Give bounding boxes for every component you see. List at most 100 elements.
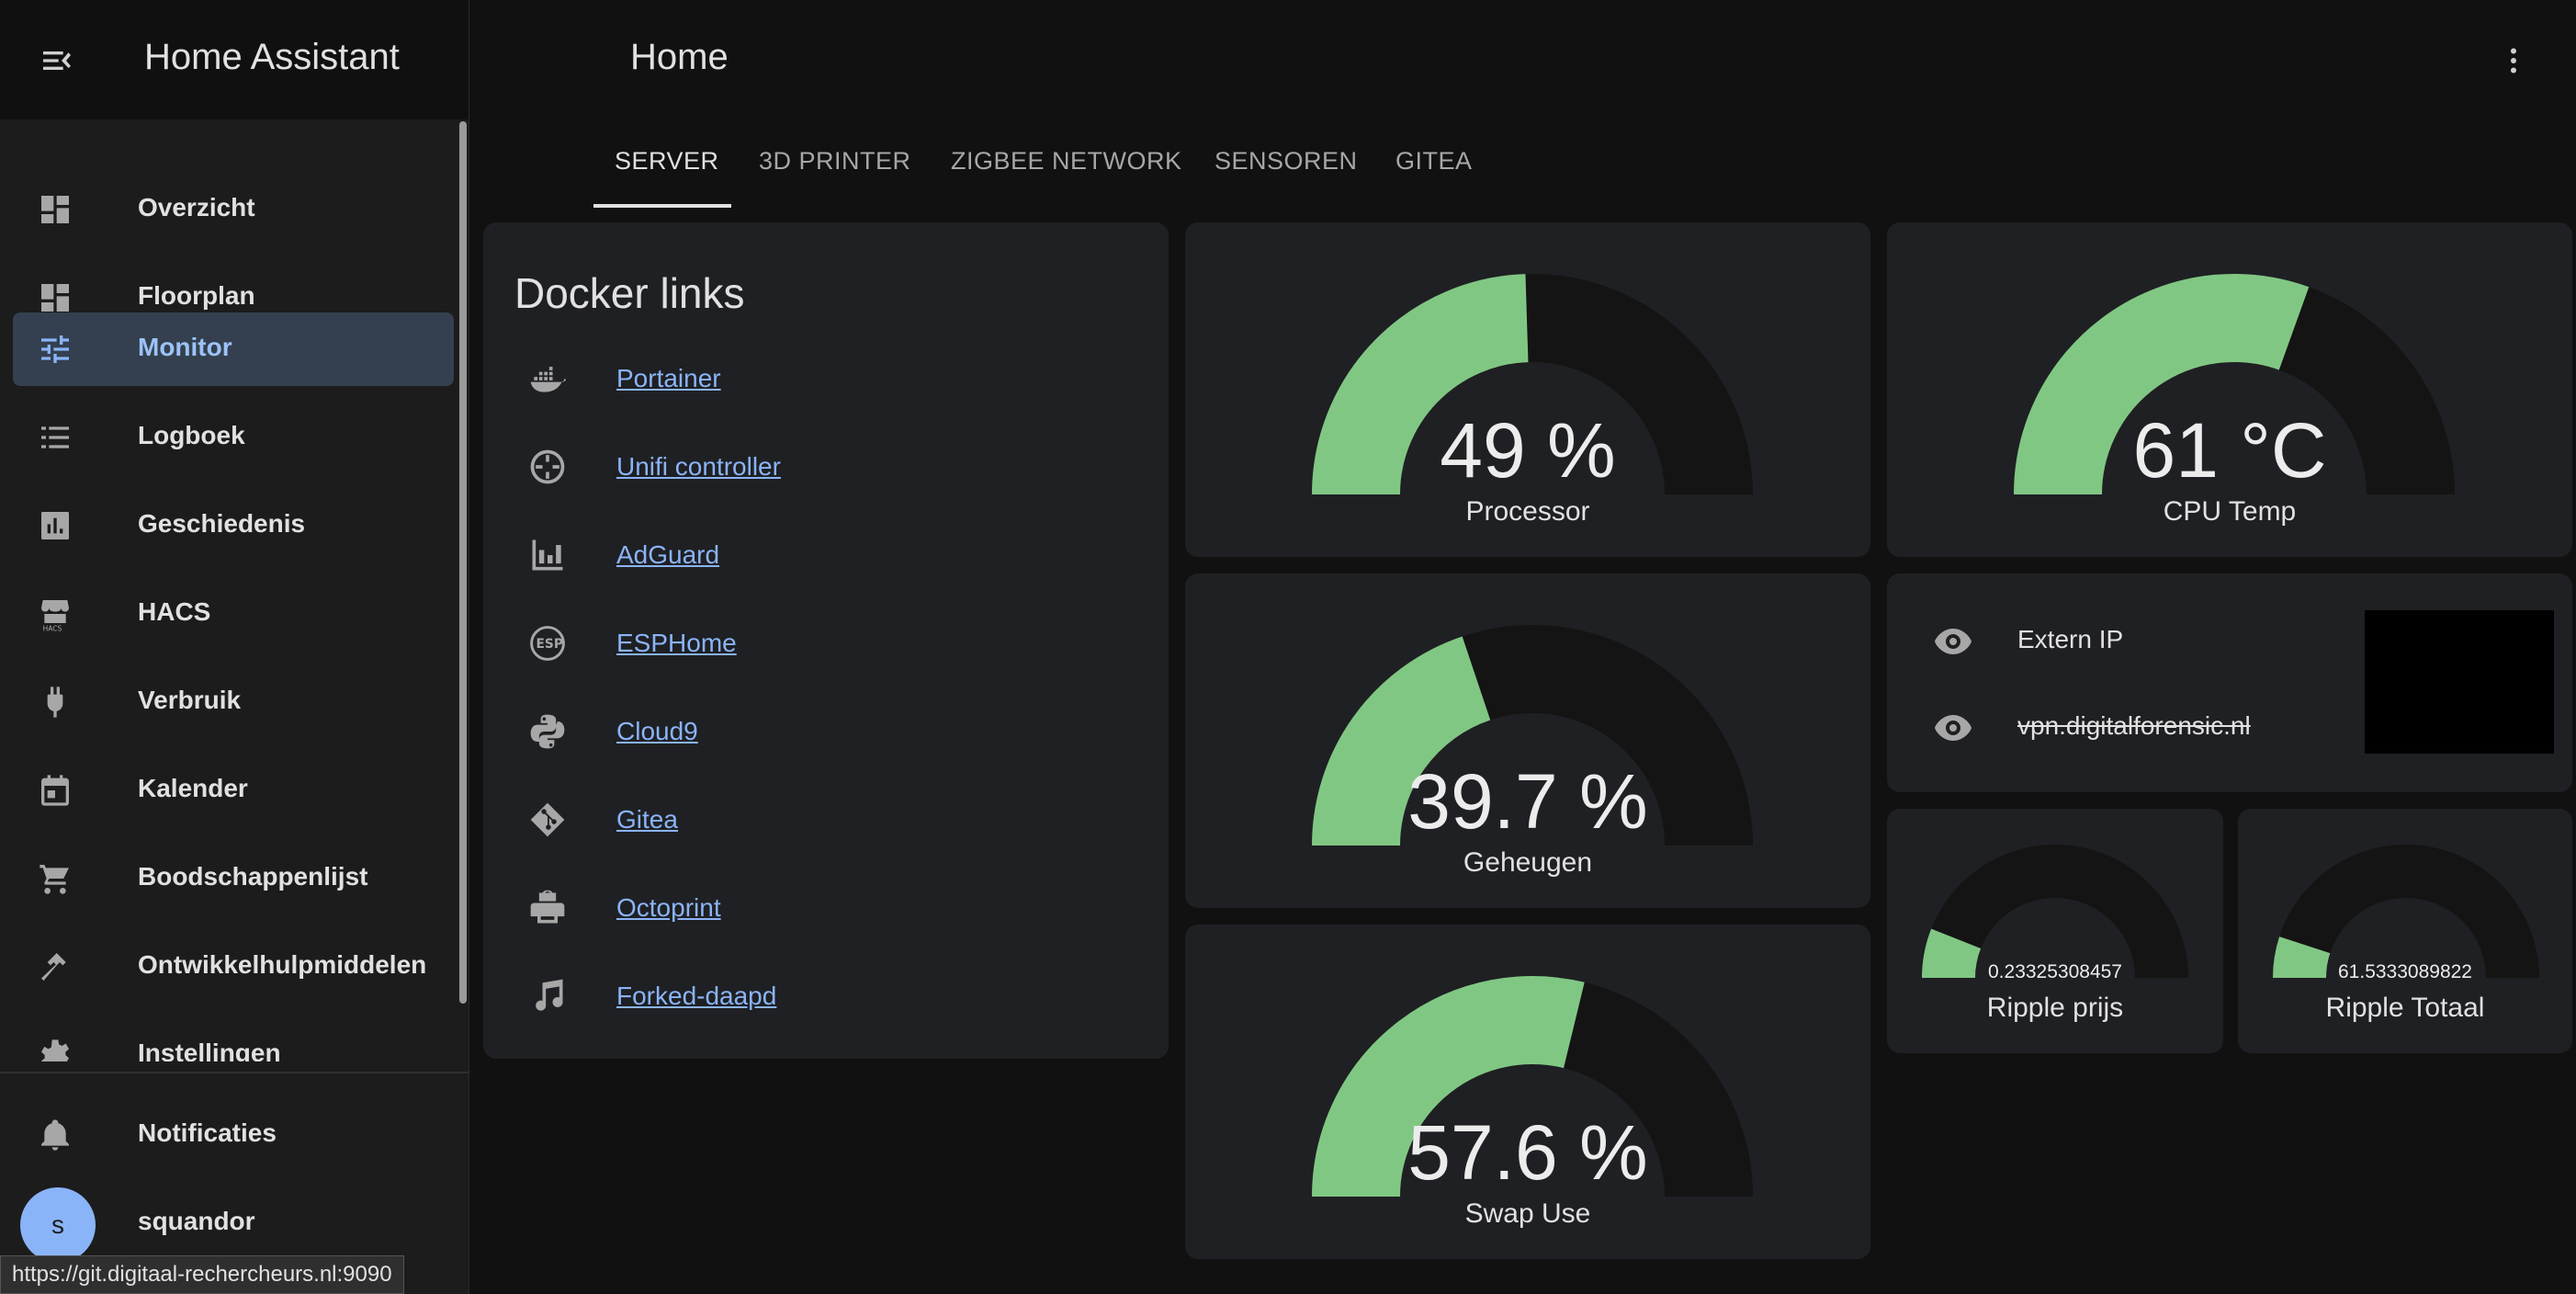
gauge-card-processor[interactable]: 49 % Processor	[1185, 222, 1870, 557]
svg-text:ESP: ESP	[537, 637, 563, 652]
sidebar-item-logboek[interactable]: Logboek	[13, 401, 454, 474]
gauge-card-cpu-temp[interactable]: 61 °C CPU Temp	[1887, 222, 2572, 557]
avatar[interactable]: s	[20, 1187, 96, 1263]
hammer-icon	[41, 953, 66, 981]
gauge-card-ripple-total[interactable]: 61.5333089822 Ripple Totaal	[2238, 809, 2572, 1053]
calendar-icon	[41, 775, 69, 806]
sidebar-item-kalender[interactable]: Kalender	[13, 754, 454, 827]
sidebar-item-label: Geschiedenis	[138, 509, 306, 538]
link-row: Cloud9	[483, 693, 1163, 766]
plug-icon	[47, 687, 63, 718]
sidebar-item-label: Ontwikkelhulpmiddelen	[138, 950, 427, 979]
sidebar-nav: Overzicht Floorplan Monitor Logboek Gesc…	[0, 129, 469, 1061]
bell-icon	[41, 1119, 69, 1151]
sidebar-item-label: Logboek	[138, 421, 245, 449]
gauge-card-memory[interactable]: 39.7 % Geheugen	[1185, 573, 1870, 908]
music-note-icon	[536, 979, 563, 1011]
user-name: squandor	[138, 1207, 255, 1235]
unifi-controller-link[interactable]: Unifi controller	[616, 452, 781, 482]
link-row: Gitea	[483, 781, 1163, 855]
docker-icon	[530, 367, 567, 392]
card-title: Docker links	[514, 269, 745, 317]
hacs-store-icon: HACS	[41, 600, 69, 632]
link-row: Octoprint	[483, 869, 1163, 943]
gauge-name: Processor	[1465, 496, 1590, 527]
gitea-link[interactable]: Gitea	[616, 805, 678, 834]
gauge-value: 57.6 %	[1407, 1109, 1648, 1196]
sidebar-divider	[0, 1072, 469, 1073]
forked-daapd-link[interactable]: Forked-daapd	[616, 982, 776, 1011]
tab-server[interactable]: SERVER	[615, 147, 719, 176]
sidebar-item-hacs[interactable]: HACS HACS	[13, 577, 454, 651]
app-title: Home Assistant	[144, 37, 400, 77]
sidebar-item-verbruik[interactable]: Verbruik	[13, 665, 454, 739]
adguard-link[interactable]: AdGuard	[616, 540, 719, 570]
eye-icon	[1935, 629, 1972, 654]
svg-text:HACS: HACS	[43, 624, 62, 632]
gauge-value: 61 °C	[2132, 407, 2327, 494]
extern-ip-value[interactable]: vpn.digitalforensic.nl	[2017, 711, 2251, 741]
esphome-icon: ESP	[530, 626, 565, 661]
sidebar-item-instellingen[interactable]: Instellingen	[13, 1018, 454, 1061]
redacted-block	[2365, 610, 2554, 754]
page-title: Home	[630, 37, 729, 77]
sidebar-item-label: Monitor	[138, 333, 232, 361]
tune-icon	[41, 335, 69, 363]
link-row: ESP ESPHome	[483, 605, 1163, 678]
gauge-card-swap[interactable]: 57.6 % Swap Use	[1185, 925, 1870, 1259]
tab-zigbee-network[interactable]: ZIGBEE NETWORK	[951, 147, 1182, 176]
tab-3d-printer[interactable]: 3D PRINTER	[759, 147, 911, 176]
cloud9-link[interactable]: Cloud9	[616, 717, 698, 746]
sidebar-item-notificaties[interactable]: Notificaties	[13, 1098, 454, 1172]
esphome-link[interactable]: ESPHome	[616, 629, 737, 658]
link-row: AdGuard	[483, 516, 1163, 590]
tab-gitea[interactable]: GITEA	[1395, 147, 1473, 176]
sidebar-item-monitor[interactable]: Monitor	[13, 312, 454, 386]
unifi-icon	[530, 449, 565, 484]
gauge-name: CPU Temp	[2163, 496, 2297, 527]
link-row: Unifi controller	[483, 428, 1163, 502]
gauge-name: Ripple Totaal	[2325, 993, 2485, 1023]
sidebar-item-boodschappenlijst[interactable]: Boodschappenlijst	[13, 842, 454, 915]
gauge-name: Geheugen	[1463, 847, 1593, 878]
sidebar-item-label: HACS	[138, 597, 211, 626]
eye-icon	[1935, 715, 1972, 741]
sidebar-header: Home Assistant	[0, 0, 469, 119]
sidebar-item-label: Instellingen	[138, 1039, 281, 1061]
docker-links-card: Docker links Portainer Unifi controller …	[483, 222, 1169, 1059]
link-row: Portainer	[483, 340, 1163, 414]
gauge-value: 61.5333089822	[2338, 961, 2472, 982]
sidebar-item-label: Floorplan	[138, 281, 255, 310]
sidebar-item-label: Boodschappenlijst	[138, 862, 368, 891]
dashboard-icon	[41, 196, 69, 223]
tab-active-indicator	[593, 204, 731, 208]
sidebar-item-overzicht[interactable]: Overzicht	[13, 173, 454, 246]
gauge-value: 39.7 %	[1407, 758, 1648, 845]
menu-collapse-icon[interactable]	[37, 42, 77, 79]
list-icon	[41, 426, 69, 448]
cart-icon	[40, 865, 69, 894]
octoprint-link[interactable]: Octoprint	[616, 893, 721, 923]
printer-icon	[530, 890, 565, 924]
extern-ip-card: Extern IP vpn.digitalforensic.nl	[1887, 573, 2572, 792]
link-row: Forked-daapd	[483, 958, 1163, 1031]
extern-ip-label: Extern IP	[2017, 625, 2124, 653]
sidebar-item-geschiedenis[interactable]: Geschiedenis	[13, 489, 454, 562]
tab-sensoren[interactable]: SENSOREN	[1215, 147, 1358, 176]
sidebar-item-label: Verbruik	[138, 686, 242, 714]
chart-box-icon	[41, 512, 69, 539]
sidebar-scrollbar[interactable]	[459, 121, 467, 1004]
dashboard-icon	[41, 284, 69, 312]
more-vertical-icon[interactable]	[2497, 40, 2530, 81]
sidebar-item-label: Overzicht	[138, 193, 255, 221]
sidebar: Home Assistant Overzicht Floorplan Monit…	[0, 0, 469, 1294]
git-icon	[530, 802, 565, 837]
bar-chart-icon	[532, 539, 563, 571]
gauge-name: Ripple prijs	[1986, 993, 2124, 1023]
sidebar-item-ontwikkelhulpmiddelen[interactable]: Ontwikkelhulpmiddelen	[13, 930, 454, 1004]
portainer-link[interactable]: Portainer	[616, 364, 721, 393]
cog-icon	[41, 1039, 69, 1061]
gauge-card-ripple-price[interactable]: 0.23325308457 Ripple prijs	[1887, 809, 2223, 1053]
python-icon	[530, 714, 565, 749]
status-bar-url: https://git.digitaal-rechercheurs.nl:909…	[0, 1255, 404, 1294]
